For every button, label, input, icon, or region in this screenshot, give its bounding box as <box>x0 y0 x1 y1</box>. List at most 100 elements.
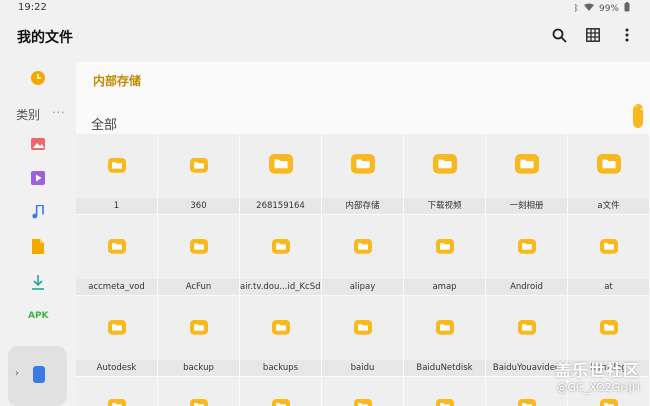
folder-name: backup <box>158 360 239 376</box>
battery-icon <box>624 2 630 15</box>
folder-name: alipay <box>322 279 403 295</box>
folder-icon <box>599 399 618 406</box>
apk-category[interactable]: APK <box>28 311 49 321</box>
folder-item[interactable] <box>404 377 485 406</box>
breadcrumb[interactable]: 内部存储 <box>93 72 141 89</box>
audio-icon[interactable] <box>30 204 46 220</box>
folder-name: BaiduNetdisk <box>404 360 485 376</box>
folder-icon <box>350 154 375 178</box>
folder-icon <box>107 399 126 406</box>
videos-icon[interactable] <box>30 170 46 186</box>
grid-view-icon[interactable] <box>584 26 602 44</box>
status-bar: 19:22 ᛒ 99% <box>0 0 650 18</box>
folder-name: 1 <box>76 198 157 214</box>
folder-item[interactable]: backup <box>158 296 239 376</box>
folder-icon <box>599 320 618 339</box>
folder-icon <box>517 320 536 339</box>
folder-icon <box>107 320 126 339</box>
wifi-icon <box>583 3 594 15</box>
folder-item[interactable]: 一刻相册 <box>486 134 567 214</box>
battery-text: 99% <box>598 3 619 14</box>
folder-item[interactable] <box>76 377 157 406</box>
folder-item[interactable]: 360 <box>158 134 239 214</box>
folder-name: accmeta_vod <box>76 279 157 295</box>
folder-item[interactable]: air.tv.dou...id_KcSdk <box>240 215 321 295</box>
folder-icon <box>435 239 454 258</box>
folder-item[interactable]: BaiduNetdisk <box>404 296 485 376</box>
folder-item[interactable]: Autodesk <box>76 296 157 376</box>
folder-item[interactable]: amap <box>404 215 485 295</box>
bluetooth-icon: ᛒ <box>573 3 579 14</box>
folder-name: Android <box>486 279 567 295</box>
folder-icon <box>107 158 126 177</box>
category-heading: 类别 <box>16 108 41 122</box>
folder-icon <box>107 239 126 258</box>
folder-item[interactable]: baidu <box>322 296 403 376</box>
category-more-button[interactable]: ··· <box>52 106 66 119</box>
folder-icon <box>268 154 293 178</box>
folder-item[interactable]: 268159164 <box>240 134 321 214</box>
folder-icon <box>435 320 454 339</box>
folder-item[interactable] <box>322 377 403 406</box>
folder-item[interactable] <box>158 377 239 406</box>
watermark-brand: 盖乐世社区 <box>554 361 640 380</box>
folder-item[interactable]: Android <box>486 215 567 295</box>
search-icon[interactable] <box>550 26 568 44</box>
folder-item[interactable]: backups <box>240 296 321 376</box>
chevron-right-icon: › <box>15 368 19 379</box>
folder-icon <box>271 239 290 258</box>
downloads-icon[interactable] <box>30 274 46 290</box>
watermark-handle: @GC_XO2GHJH <box>556 381 640 394</box>
more-options-icon[interactable] <box>618 26 636 44</box>
scroll-handle-arrows: ⌃⌄ <box>633 104 645 112</box>
folder-item[interactable]: at <box>568 215 649 295</box>
folder-name: 268159164 <box>240 198 321 214</box>
folder-name: at <box>568 279 649 295</box>
section-title: 全部 <box>91 118 118 133</box>
folder-icon <box>596 154 621 178</box>
watermark: 盖乐世社区 @GC_XO2GHJH <box>555 357 640 394</box>
folder-icon <box>353 320 372 339</box>
folder-name: 360 <box>158 198 239 214</box>
folder-item[interactable]: a文件 <box>568 134 649 214</box>
folder-name: backups <box>240 360 321 376</box>
folder-icon <box>599 239 618 258</box>
folder-item[interactable]: 1 <box>76 134 157 214</box>
folder-icon <box>271 320 290 339</box>
folder-item[interactable]: accmeta_vod <box>76 215 157 295</box>
recent-files-icon[interactable] <box>30 70 46 86</box>
folder-name: AcFun <box>158 279 239 295</box>
folder-icon <box>517 399 536 406</box>
folder-name: a文件 <box>568 198 649 214</box>
folder-icon <box>189 158 208 177</box>
folder-item[interactable]: alipay <box>322 215 403 295</box>
folder-name: 下载视频 <box>404 198 485 214</box>
phone-icon <box>33 366 45 383</box>
app-bar: 我的文件 <box>0 18 650 58</box>
folder-item[interactable] <box>240 377 321 406</box>
internal-storage-item[interactable]: › <box>8 346 67 406</box>
folder-item[interactable]: AcFun <box>158 215 239 295</box>
page-title: 我的文件 <box>17 30 73 46</box>
images-icon[interactable] <box>30 136 46 152</box>
folder-icon <box>517 239 536 258</box>
folder-icon <box>353 399 372 406</box>
folder-name: amap <box>404 279 485 295</box>
folder-icon <box>432 154 457 178</box>
fast-scroll-handle[interactable]: ⌃⌄ <box>633 104 645 128</box>
folder-icon <box>271 399 290 406</box>
folder-item[interactable]: 下载视频 <box>404 134 485 214</box>
main-panel: 内部存储 全部 ⌃⌄ 1 360 268159164 内部存储 下载视频 一刻相册 a文件 a… <box>76 62 650 406</box>
status-time: 19:22 <box>18 2 47 13</box>
documents-icon[interactable] <box>30 238 46 254</box>
folder-item[interactable]: 内部存储 <box>322 134 403 214</box>
folder-icon <box>189 399 208 406</box>
folder-name: air.tv.dou...id_KcSdk <box>240 279 321 295</box>
folder-name: 内部存储 <box>322 198 403 214</box>
sidebar: 类别 ··· APK › <box>0 58 75 406</box>
folder-icon <box>189 239 208 258</box>
folder-icon <box>435 399 454 406</box>
folder-icon <box>353 239 372 258</box>
appbar-actions <box>550 26 636 44</box>
system-icons: ᛒ 99% <box>574 2 630 15</box>
